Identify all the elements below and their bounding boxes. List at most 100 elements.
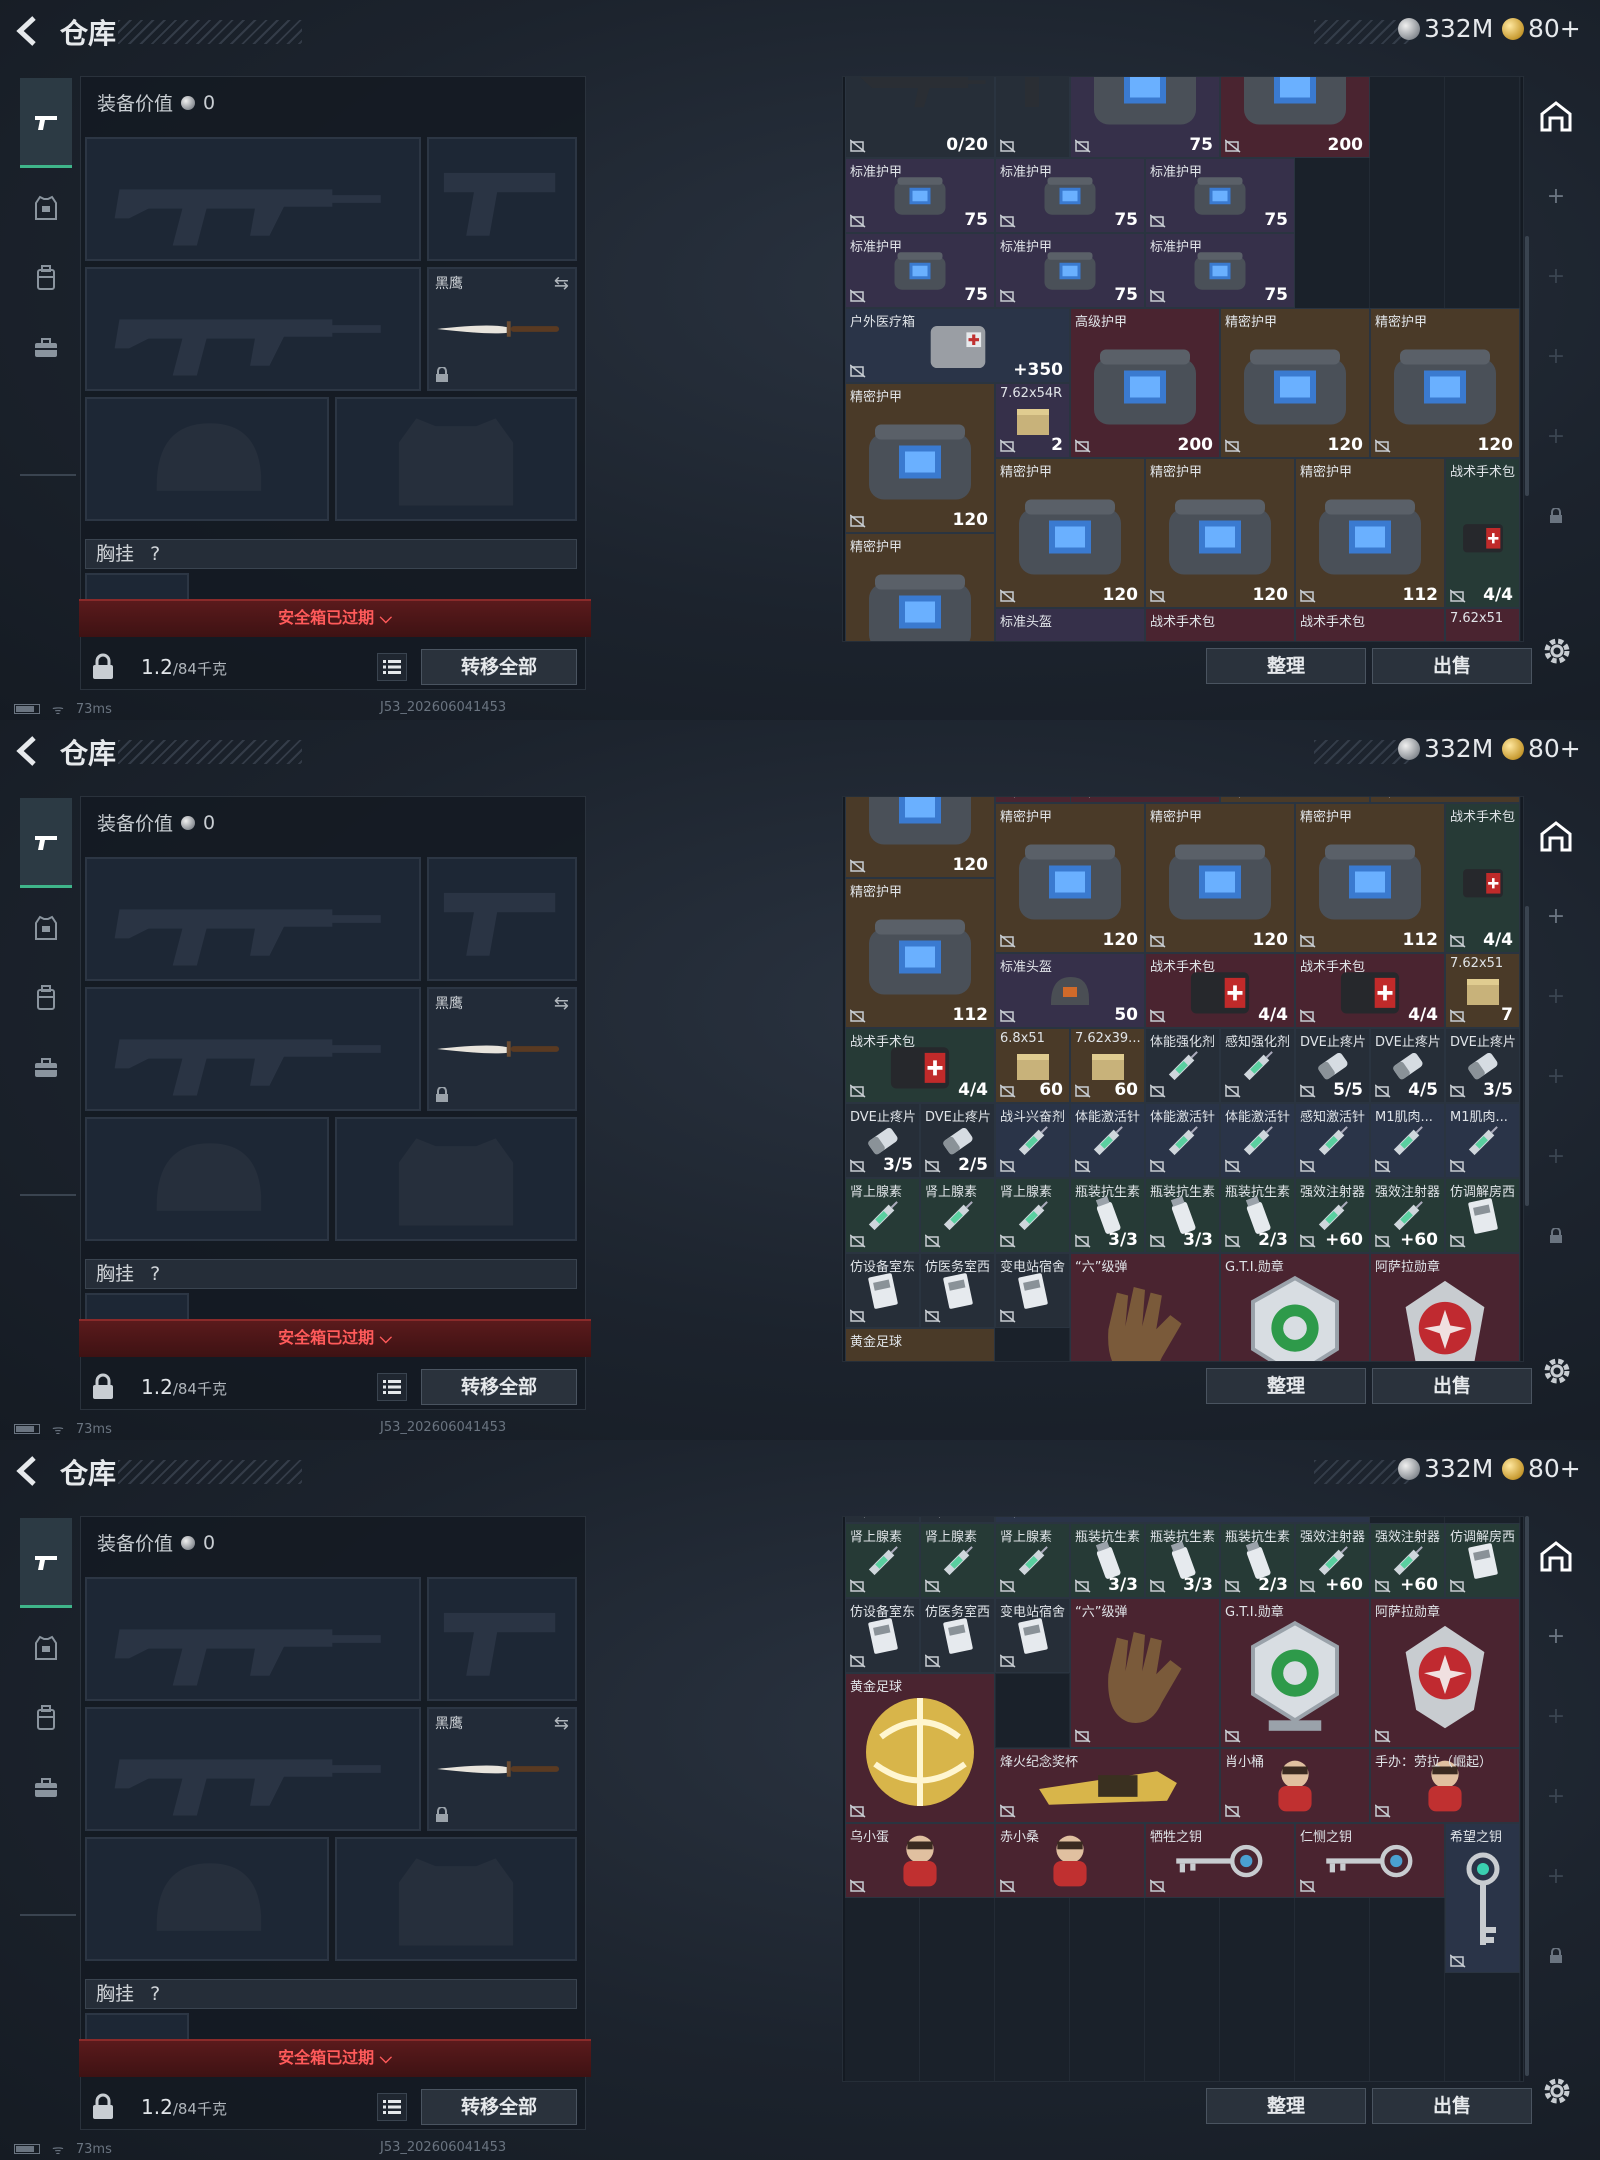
back-button[interactable] bbox=[14, 14, 44, 48]
inventory-item[interactable]: G.T.I.勋章 bbox=[1220, 1253, 1370, 1361]
sidebar-item-backpack[interactable] bbox=[20, 968, 72, 1028]
chest-rig-slot[interactable] bbox=[85, 573, 189, 599]
rail-add-4[interactable]: + bbox=[1536, 1856, 1576, 1896]
settings-gear-icon[interactable] bbox=[1540, 634, 1574, 668]
rail-add-1[interactable]: + bbox=[1536, 176, 1576, 216]
sidebar-item-weapons[interactable] bbox=[20, 798, 72, 888]
inventory-item[interactable]: 体能激活针 bbox=[1220, 1103, 1295, 1178]
inventory-item[interactable]: 瓶装抗生素 2/3 bbox=[1220, 1178, 1295, 1253]
inventory-item[interactable]: M1肌肉... bbox=[1445, 1103, 1520, 1178]
inventory-item[interactable]: DVE止疼片 3/5 bbox=[1445, 1028, 1520, 1103]
rail-lock[interactable] bbox=[1536, 1216, 1576, 1256]
sell-button[interactable]: 出售 bbox=[1372, 2088, 1532, 2124]
inventory-item[interactable]: 精密护甲 120 bbox=[1145, 803, 1295, 953]
chest-rig-slot[interactable] bbox=[85, 2013, 189, 2039]
inventory-item[interactable]: 黄金足球 bbox=[845, 1328, 995, 1361]
rail-add-2[interactable]: + bbox=[1536, 256, 1576, 296]
rail-add-4[interactable]: + bbox=[1536, 416, 1576, 456]
inventory-item[interactable]: 200 bbox=[1220, 77, 1370, 158]
inventory-item[interactable]: DVE止疼片 5/5 bbox=[1295, 1028, 1370, 1103]
inventory-item[interactable]: 牺牲之钥 bbox=[1145, 1823, 1295, 1898]
inventory-item[interactable]: 精密护甲 112 bbox=[1295, 803, 1445, 953]
inventory-item[interactable]: 强效注射器 +60 bbox=[1295, 1523, 1370, 1598]
body-armor-slot[interactable] bbox=[335, 1837, 577, 1961]
sort-button[interactable]: 整理 bbox=[1206, 2088, 1366, 2124]
inventory-item[interactable]: 体能激活针 bbox=[1070, 1103, 1145, 1178]
inventory-item[interactable]: 强效注射器 +60 bbox=[1370, 1523, 1445, 1598]
back-button[interactable] bbox=[14, 734, 44, 768]
inventory-item[interactable]: 仿调解房西 bbox=[1445, 1523, 1520, 1598]
inventory-item[interactable]: 精密护甲 120 bbox=[995, 803, 1145, 953]
sidebar-item-armor[interactable] bbox=[20, 1618, 72, 1678]
inventory-item[interactable]: 7.62x39... 60 bbox=[1070, 1028, 1145, 1103]
primary-weapon-slot[interactable] bbox=[85, 857, 421, 981]
sidebar-item-case[interactable] bbox=[20, 318, 72, 378]
inventory-item[interactable]: 仿设备室东 bbox=[845, 1598, 920, 1673]
inventory-item[interactable]: DVE止疼片 4/5 bbox=[1370, 1028, 1445, 1103]
inventory-item[interactable]: 战斗兴奋剂 bbox=[995, 1103, 1070, 1178]
melee-slot[interactable]: 黑鹰 ⇆ bbox=[427, 267, 577, 391]
list-view-button[interactable] bbox=[377, 653, 407, 681]
rail-lock[interactable] bbox=[1536, 496, 1576, 536]
primary-weapon-slot[interactable] bbox=[85, 1577, 421, 1701]
inventory-item[interactable]: 精密护甲 112 bbox=[1295, 458, 1445, 608]
sidebar-item-case[interactable] bbox=[20, 1758, 72, 1818]
inventory-item[interactable]: 精密护甲 120 bbox=[845, 383, 995, 533]
rail-add-4[interactable]: + bbox=[1536, 1136, 1576, 1176]
inventory-item[interactable]: 标准头盔 bbox=[995, 608, 1145, 641]
inventory-item[interactable]: 户外医疗箱 +350 bbox=[845, 308, 1070, 383]
inventory-item[interactable]: 仿医务室西 bbox=[920, 1253, 995, 1328]
inventory-item[interactable]: 希望之钥 bbox=[1445, 1823, 1520, 1973]
inventory-item[interactable]: 阿萨拉勋章 bbox=[1370, 1253, 1520, 1361]
sidebar-item-weapons[interactable] bbox=[20, 78, 72, 168]
lock-icon[interactable] bbox=[91, 1373, 115, 1401]
body-armor-slot[interactable] bbox=[335, 1117, 577, 1241]
inventory-item[interactable]: 变电站宿舍 bbox=[995, 1253, 1070, 1328]
inventory-item[interactable]: 体能激活针 bbox=[1145, 1103, 1220, 1178]
list-view-button[interactable] bbox=[377, 2093, 407, 2121]
sidebar-item-weapons[interactable] bbox=[20, 1518, 72, 1608]
melee-slot[interactable]: 黑鹰 ⇆ bbox=[427, 987, 577, 1111]
chest-rig-help[interactable]: ? bbox=[150, 540, 160, 568]
inventory-item[interactable]: 肾上腺素 bbox=[995, 1523, 1070, 1598]
inventory-item[interactable]: 乌小蛋 bbox=[845, 1823, 995, 1898]
sell-button[interactable]: 出售 bbox=[1372, 1368, 1532, 1404]
inventory-item[interactable]: “六”级弹 bbox=[1070, 1598, 1220, 1748]
safe-box-expired-bar[interactable]: 安全箱已过期 ⌵ bbox=[79, 2039, 591, 2077]
primary-weapon-slot[interactable] bbox=[85, 137, 421, 261]
inventory-item[interactable]: “六”级弹 bbox=[1070, 1253, 1220, 1361]
inventory-item[interactable]: 变电站宿舍 bbox=[995, 1598, 1070, 1673]
inventory-item[interactable]: 7.62x54R 2 bbox=[995, 383, 1070, 458]
rail-add-2[interactable]: + bbox=[1536, 1696, 1576, 1736]
inventory-item[interactable]: 肖小桶 bbox=[1220, 1748, 1370, 1823]
inventory-item[interactable]: 6.8x51 60 bbox=[995, 1028, 1070, 1103]
inventory-item[interactable]: 肾上腺素 bbox=[920, 1523, 995, 1598]
inventory-item[interactable]: 阿萨拉勋章 bbox=[1370, 1598, 1520, 1748]
chest-rig-row[interactable]: 胸挂 ? bbox=[85, 1979, 577, 2009]
rail-home[interactable] bbox=[1536, 96, 1576, 136]
inventory-item[interactable] bbox=[995, 1673, 1070, 1748]
safe-box-expired-bar[interactable]: 安全箱已过期 ⌵ bbox=[79, 1319, 591, 1357]
sidebar-item-backpack[interactable] bbox=[20, 248, 72, 308]
inventory-item[interactable]: 肾上腺素 bbox=[845, 1523, 920, 1598]
rail-home[interactable] bbox=[1536, 816, 1576, 856]
melee-slot[interactable]: 黑鹰 ⇆ bbox=[427, 1707, 577, 1831]
chest-rig-row[interactable]: 胸挂 ? bbox=[85, 1259, 577, 1289]
chest-rig-help[interactable]: ? bbox=[150, 1260, 160, 1288]
inventory-item[interactable]: G.T.I.勋章 bbox=[1220, 1598, 1370, 1748]
secondary-weapon-slot[interactable] bbox=[85, 267, 421, 391]
back-button[interactable] bbox=[14, 1454, 44, 1488]
inventory-item[interactable]: 标准护甲 75 bbox=[1145, 233, 1295, 308]
helmet-slot[interactable] bbox=[85, 1837, 329, 1961]
body-armor-slot[interactable] bbox=[335, 397, 577, 521]
inventory-item[interactable]: 战术手术包 4/4 bbox=[1445, 803, 1520, 953]
inventory-item[interactable]: 精密护甲 120 bbox=[1145, 458, 1295, 608]
lock-icon[interactable] bbox=[91, 2093, 115, 2121]
pistol-slot[interactable] bbox=[427, 137, 577, 261]
inventory-item[interactable]: 标准护甲 75 bbox=[995, 233, 1145, 308]
inventory-item[interactable]: DVE止疼片 2/5 bbox=[920, 1103, 995, 1178]
secondary-weapon-slot[interactable] bbox=[85, 1707, 421, 1831]
inventory-item[interactable]: 瓶装抗生素 3/3 bbox=[1145, 1523, 1220, 1598]
inventory-item[interactable]: 肾上腺素 bbox=[845, 1178, 920, 1253]
inventory-item[interactable]: 仿设备室东 bbox=[845, 1253, 920, 1328]
